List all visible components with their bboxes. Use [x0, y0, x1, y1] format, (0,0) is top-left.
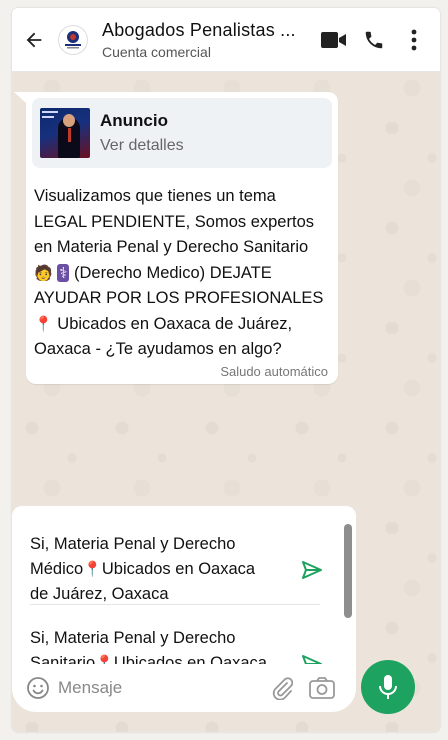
ad-details-link[interactable]: Ver detalles	[100, 137, 184, 155]
header-actions	[314, 20, 434, 60]
quick-reply-text: Ubicados en Oaxaca	[101, 560, 256, 578]
message-input[interactable]	[58, 678, 258, 698]
back-arrow-icon[interactable]	[14, 8, 54, 72]
message-line: AYUDAR POR LOS PROFESIONALES	[34, 289, 324, 307]
message-line: Visualizamos que tienes un tema	[34, 187, 276, 205]
message-line: LEGAL PENDIENTE, Somos expertos	[34, 212, 314, 231]
video-call-icon[interactable]	[314, 20, 354, 60]
contact-info[interactable]: Abogados Penalistas ... Cuenta comercial	[102, 20, 314, 60]
send-icon[interactable]	[300, 558, 324, 582]
pin-emoji: 📍	[83, 560, 102, 578]
message-line: Oaxaca - ¿Te ayudamos en algo?	[34, 340, 282, 358]
person-emoji: 🧑	[34, 263, 53, 282]
quick-replies-panel: Si, Materia Penal y Derecho Médico📍Ubica…	[12, 506, 356, 672]
quick-reply-text: Si, Materia Penal y Derecho	[30, 535, 236, 553]
quick-reply-text: de Juárez, Oaxaca	[30, 585, 169, 603]
contact-name: Abogados Penalistas ...	[102, 19, 296, 40]
message-body: Visualizamos que tienes un tema LEGAL PE…	[34, 184, 330, 363]
microphone-icon	[379, 675, 397, 699]
divider	[30, 604, 320, 605]
mic-button[interactable]	[361, 660, 415, 714]
quick-reply-option[interactable]: Si, Materia Penal y Derecho Médico📍Ubica…	[12, 532, 342, 607]
incoming-message: Anuncio Ver detalles Visualizamos que ti…	[26, 92, 338, 384]
auto-greeting-label: Saludo automático	[220, 364, 328, 379]
quick-reply-text: Si, Materia Penal y Derecho	[30, 629, 236, 647]
contact-status: Cuenta comercial	[102, 43, 211, 60]
quick-reply-text: Médico	[30, 560, 84, 578]
avatar[interactable]	[58, 24, 88, 55]
ad-thumbnail	[40, 108, 90, 158]
phone-call-icon[interactable]	[354, 20, 394, 60]
pin-emoji: 📍	[34, 314, 53, 333]
message-line: en Materia Penal y Derecho Sanitario	[34, 238, 309, 256]
ad-preview-card[interactable]: Anuncio Ver detalles	[32, 98, 332, 168]
message-composer	[12, 664, 356, 712]
emoji-icon[interactable]	[26, 676, 50, 700]
ad-label: Anuncio	[100, 111, 168, 130]
message-line: (Derecho Medico) DEJATE	[74, 263, 272, 282]
attach-icon[interactable]	[268, 674, 296, 702]
more-options-icon[interactable]	[394, 20, 434, 60]
camera-icon[interactable]	[308, 674, 336, 702]
chat-header: Abogados Penalistas ... Cuenta comercial	[12, 8, 440, 72]
message-line: Ubicados en Oaxaca de Juárez,	[57, 314, 293, 333]
quick-replies-scrollbar[interactable]	[344, 524, 352, 618]
medical-symbol-emoji: ⚕	[57, 263, 70, 282]
